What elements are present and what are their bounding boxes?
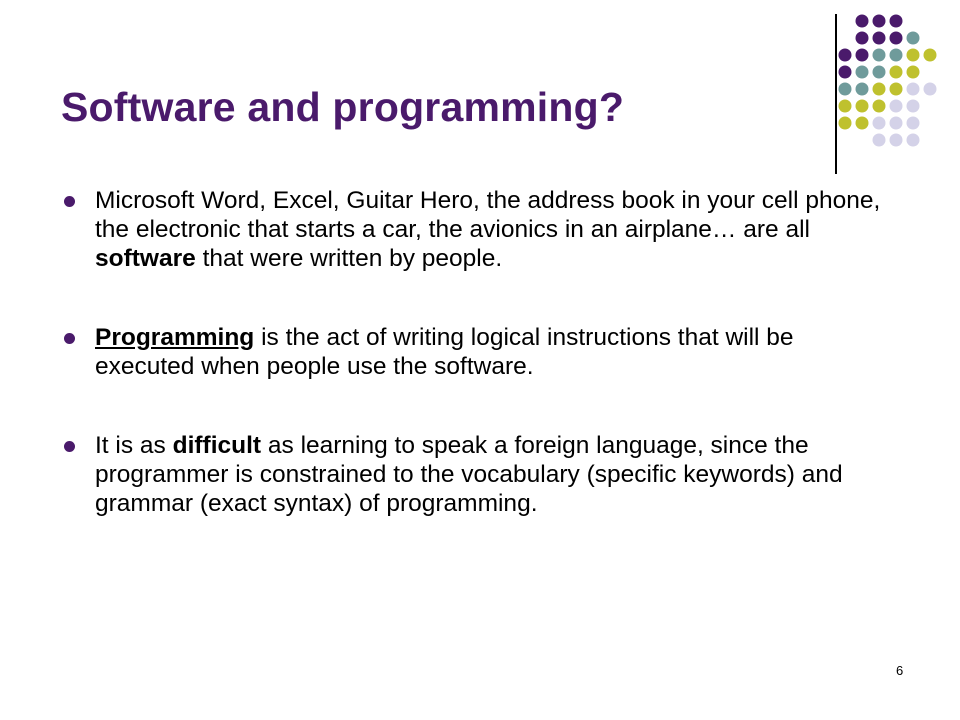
decorative-dot — [872, 14, 886, 28]
decorative-dot — [872, 31, 886, 45]
decorative-dot — [906, 31, 920, 45]
bullet-text: Microsoft Word, Excel, Guitar Hero, the … — [95, 187, 881, 243]
decorative-dot — [906, 133, 920, 147]
bullet-underlined-term: Programming — [95, 324, 255, 351]
decorative-dot — [855, 82, 869, 96]
decorative-dot-grid — [838, 14, 937, 147]
decorative-dot — [906, 116, 920, 130]
decorative-dot — [889, 133, 903, 147]
decorative-dot — [889, 99, 903, 113]
bullet-list: Microsoft Word, Excel, Guitar Hero, the … — [64, 186, 894, 568]
bullet-item-programming: Programming is the act of writing logica… — [64, 323, 894, 381]
bullet-item-difficulty: It is as difficult as learning to speak … — [64, 431, 894, 518]
decorative-dot — [855, 48, 869, 62]
decorative-dot — [855, 31, 869, 45]
slide: Software and programming? Microsoft Word… — [0, 0, 960, 720]
decorative-dot — [855, 116, 869, 130]
decorative-dot — [838, 65, 852, 79]
decorative-dot — [855, 14, 869, 28]
decorative-dot — [872, 65, 886, 79]
slide-title: Software and programming? — [61, 84, 625, 130]
bullet-text: It is as — [95, 432, 173, 459]
decorative-dot — [923, 48, 937, 62]
page-number: 6 — [896, 663, 904, 678]
bullet-marker — [64, 441, 75, 452]
decorative-dot — [838, 116, 852, 130]
decorative-dot — [889, 48, 903, 62]
decorative-dot — [838, 99, 852, 113]
decorative-dot — [906, 65, 920, 79]
decorative-dot — [855, 99, 869, 113]
decorative-dot — [906, 48, 920, 62]
decorative-dot — [889, 31, 903, 45]
vertical-divider — [835, 14, 837, 174]
decorative-dot — [872, 82, 886, 96]
decorative-dot — [889, 82, 903, 96]
decorative-dot — [872, 133, 886, 147]
decorative-dot — [889, 14, 903, 28]
bullet-item-software: Microsoft Word, Excel, Guitar Hero, the … — [64, 186, 894, 273]
decorative-dot — [872, 116, 886, 130]
bullet-marker — [64, 196, 75, 207]
decorative-dot — [855, 65, 869, 79]
decorative-dot — [906, 99, 920, 113]
bullet-marker — [64, 333, 75, 344]
bullet-emphasis: software — [95, 245, 196, 272]
bullet-emphasis: difficult — [172, 432, 262, 459]
bullet-text: that were written by people. — [195, 245, 503, 272]
decorative-dot — [838, 82, 852, 96]
decorative-dot — [889, 65, 903, 79]
decorative-dot — [838, 48, 852, 62]
decorative-dot — [923, 82, 937, 96]
decorative-dot — [906, 82, 920, 96]
decorative-dot — [872, 99, 886, 113]
decorative-dot — [889, 116, 903, 130]
decorative-dot — [872, 48, 886, 62]
